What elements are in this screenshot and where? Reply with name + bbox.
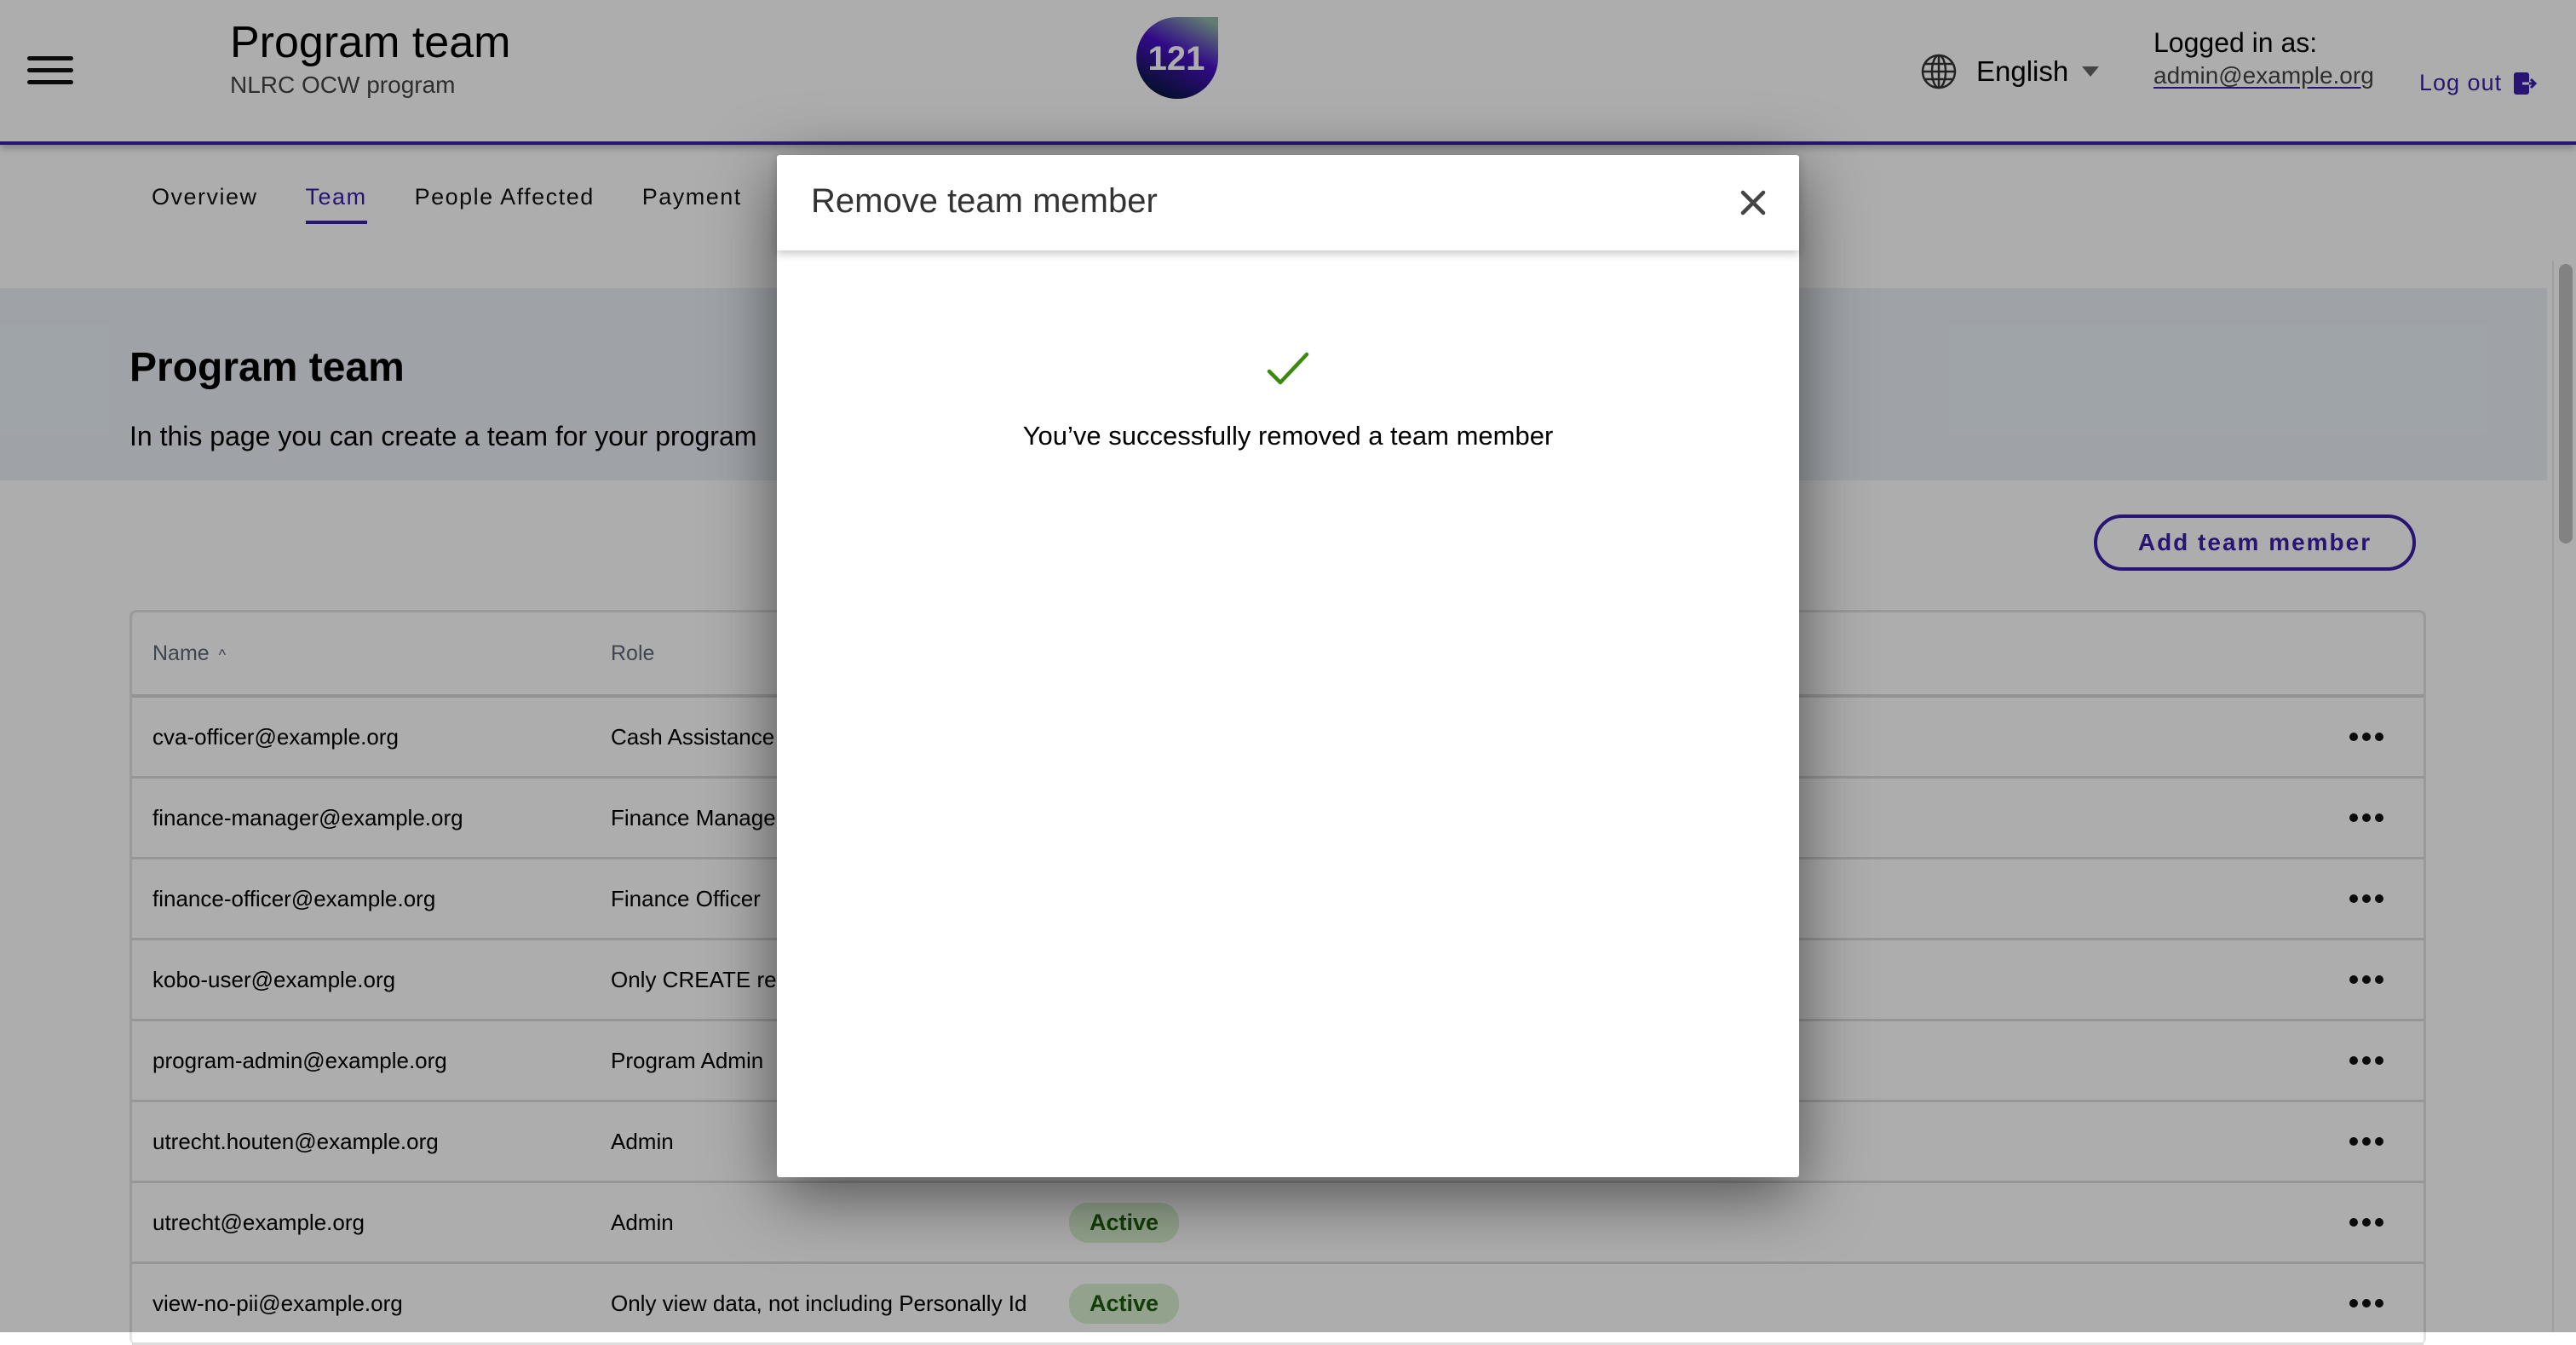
check-icon [1267, 352, 1309, 385]
success-message: You’ve successfully removed a team membe… [1022, 421, 1554, 451]
dialog-header: Remove team member [777, 155, 1799, 250]
close-icon[interactable] [1733, 182, 1774, 223]
dialog-title: Remove team member [811, 182, 1158, 220]
remove-team-member-dialog: Remove team member You’ve successfully r… [777, 155, 1799, 1177]
